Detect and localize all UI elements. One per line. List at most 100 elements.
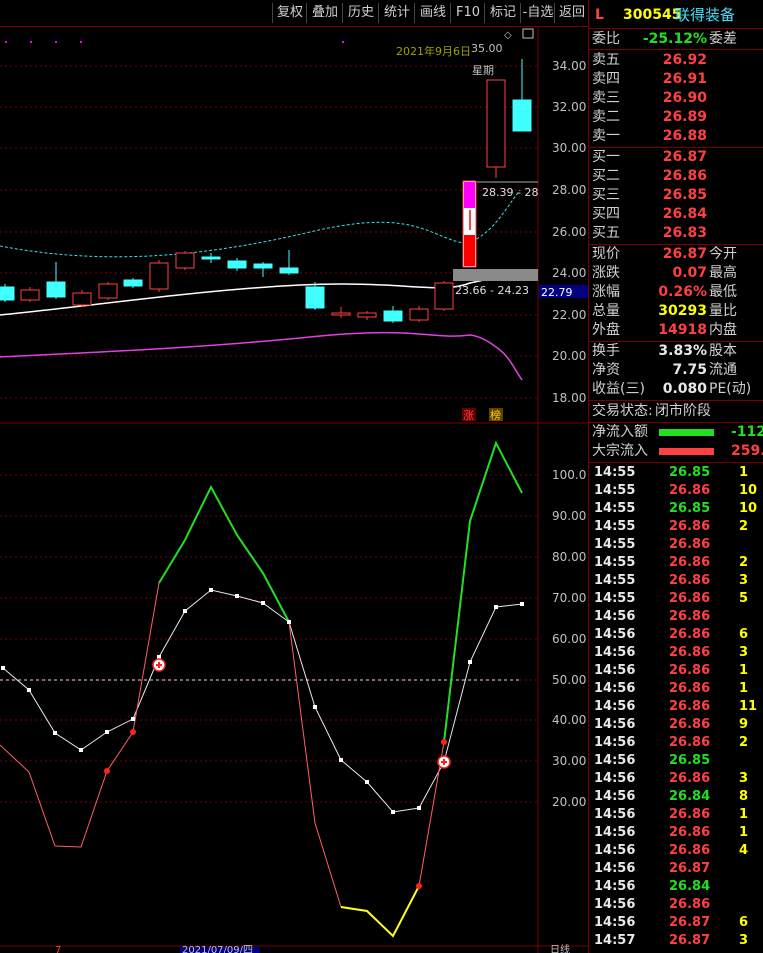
candle-body <box>305 286 325 309</box>
ask-row-0-value: 26.92 <box>662 52 707 68</box>
stat-row-0-label2: 今开 <box>709 246 737 262</box>
toolbar-item-1[interactable]: 叠加 <box>306 3 343 23</box>
stat2-row-2-label2: PE(动) <box>709 381 752 397</box>
tick-row: 14:56 26.86 3 <box>591 644 761 662</box>
candle-body <box>98 283 118 299</box>
bid-row-0: 买一 26.87 <box>589 148 763 167</box>
ask-row-2-value: 26.90 <box>662 90 707 106</box>
stat-row-4-value: 14918 <box>658 322 707 338</box>
tick-price: 26.85 <box>669 753 711 768</box>
bid-row-3: 买四 26.84 <box>589 205 763 224</box>
toolbar-item-6[interactable]: 标记 <box>484 3 521 23</box>
stat2-row-1-label: 净资 <box>592 362 620 378</box>
osc-point <box>417 806 421 810</box>
high-marker-label: 35.00 <box>471 42 503 55</box>
ask-row-4: 卖一 26.88 <box>589 127 763 146</box>
candle-body <box>486 79 506 168</box>
tick-price: 26.86 <box>669 591 711 606</box>
badge-zhang: 涨 <box>463 409 474 422</box>
stat-row-4: 外盘 14918 内盘 <box>589 321 763 340</box>
bid-row-0-value: 26.87 <box>662 149 707 165</box>
stat2-row-2-value: 0.080 <box>662 381 707 397</box>
osc-line-green-2 <box>443 440 523 743</box>
tick-row: 14:56 26.84 <box>591 878 761 896</box>
tick-price: 26.86 <box>669 663 711 678</box>
tick-price: 26.87 <box>669 933 711 948</box>
tick-row: 14:56 26.86 11 <box>591 698 761 716</box>
tick-time: 14:56 <box>594 735 636 750</box>
tick-time: 14:55 <box>594 573 636 588</box>
tick-time: 14:55 <box>594 555 636 570</box>
tick-row: 14:56 26.86 4 <box>591 842 761 860</box>
candle-body <box>279 267 299 274</box>
date-label: 2021年9月6日 <box>396 44 471 58</box>
osc-tick-label: 60.00 <box>552 632 586 646</box>
osc-point <box>287 620 291 624</box>
tick-time: 14:56 <box>594 771 636 786</box>
marker-dot <box>342 41 344 43</box>
kline-chart[interactable]: 34.00 32.00 30.00 28.00 26.00 24.00 22.00 20.00… <box>0 27 588 953</box>
toolbar-item-8[interactable]: 返回 <box>554 3 589 23</box>
tick-price: 26.86 <box>669 573 711 588</box>
flow-bar <box>659 448 714 455</box>
osc-point <box>261 601 265 605</box>
bid-row-3-label: 买四 <box>592 206 620 222</box>
cursor-date: 2021/07/09/四 <box>182 945 253 953</box>
candle-body <box>149 262 169 290</box>
bid-row-4-label: 买五 <box>592 225 620 241</box>
toolbar-item-7[interactable]: -自选 <box>520 3 555 23</box>
stat-row-4-label: 外盘 <box>592 322 620 338</box>
toolbar-item-3[interactable]: 统计 <box>378 3 415 23</box>
flow-bar <box>659 429 714 436</box>
badge-bang: 榜 <box>490 408 501 422</box>
stat2-row-1: 净资 7.75 流通 <box>589 361 763 380</box>
osc-point <box>183 609 187 613</box>
toolbar-item-2[interactable]: 历史 <box>342 3 379 23</box>
tick-volume: 3 <box>739 933 749 948</box>
quote-panel: L 300545 联得装备 委比 -25.12% 委差 卖五 26.92 卖四 26.… <box>588 0 763 953</box>
toolbar-item-0[interactable]: 复权 <box>272 3 307 23</box>
ask-row-1-label: 卖四 <box>592 71 620 87</box>
tick-row: 14:56 26.86 1 <box>591 824 761 842</box>
osc-point <box>105 730 109 734</box>
tick-time: 14:56 <box>594 753 636 768</box>
status-label: 交易状态: <box>592 403 653 419</box>
stat-row-1: 涨跌 0.07 最高 <box>589 264 763 283</box>
candle-body <box>0 286 15 301</box>
chart-area[interactable]: 34.00 32.00 30.00 28.00 26.00 24.00 22.00 20.00… <box>0 27 588 953</box>
tick-row: 14:55 26.85 1 <box>591 464 761 482</box>
tick-volume: 3 <box>739 771 749 786</box>
osc-tick-label: 70.00 <box>552 591 586 605</box>
osc-line-green-1 <box>158 484 290 623</box>
price-tick-label: 26.00 <box>552 225 586 239</box>
osc-point <box>468 660 472 664</box>
osc-tick-label: 30.00 <box>552 754 586 768</box>
tick-row: 14:56 26.86 <box>591 608 761 626</box>
price-tick-label: 22.00 <box>552 308 586 322</box>
candle-body <box>201 256 221 260</box>
ask-row-0-label: 卖五 <box>592 52 620 68</box>
osc-point <box>494 605 498 609</box>
stat-row-3-label: 总量 <box>592 303 620 319</box>
toolbar-item-5[interactable]: F10 <box>450 3 485 23</box>
marker-dot <box>80 41 82 43</box>
stat-row-1-value: 0.07 <box>672 265 707 281</box>
tick-row: 14:56 26.86 3 <box>591 770 761 788</box>
tick-price: 26.86 <box>669 825 711 840</box>
tick-time: 14:55 <box>594 501 636 516</box>
window-icon <box>522 28 534 39</box>
tick-time: 14:56 <box>594 663 636 678</box>
tick-volume: 1 <box>739 825 749 840</box>
toolbar-item-4[interactable]: 画线 <box>414 3 451 23</box>
stat-row-4-label2: 内盘 <box>709 322 737 338</box>
tick-price: 26.86 <box>669 555 711 570</box>
candle-body <box>383 310 403 322</box>
stat-row-3-value: 30293 <box>658 303 707 319</box>
osc-point <box>520 602 524 606</box>
ask-row-1-value: 26.91 <box>662 71 707 87</box>
tick-volume: 10 <box>739 501 758 516</box>
tick-time: 14:56 <box>594 897 636 912</box>
stat2-row-2-label: 收益(三) <box>592 381 645 397</box>
marker-dot <box>55 41 57 43</box>
tick-time: 14:55 <box>594 591 636 606</box>
